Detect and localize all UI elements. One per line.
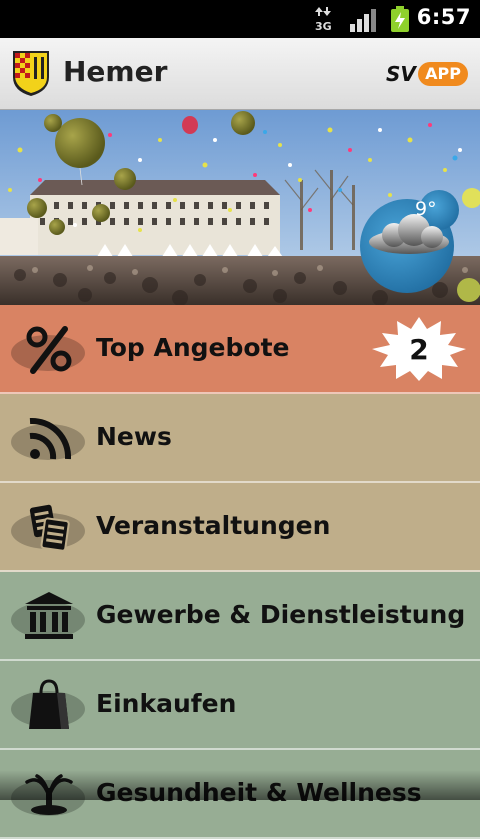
- percent-icon: [26, 326, 72, 374]
- menu-item-label: Veranstaltungen: [96, 511, 331, 540]
- menu-item-top-angebote[interactable]: Top Angebote 2: [0, 305, 480, 394]
- menu-item-news[interactable]: News: [0, 394, 480, 483]
- temperature: 9°: [415, 198, 437, 220]
- menu-item-label: Top Angebote: [96, 333, 290, 362]
- menu-icon-holder: [11, 766, 85, 822]
- menu-icon-holder: [11, 410, 85, 466]
- menu-item-label: Gesundheit & Wellness: [96, 778, 422, 807]
- menu-item-label: News: [96, 422, 172, 451]
- weather-widget[interactable]: 9°: [359, 190, 459, 294]
- app-bar: Hemer SV APP: [0, 38, 480, 110]
- rss-icon: [29, 417, 72, 460]
- menu-item-einkaufen[interactable]: Einkaufen: [0, 661, 480, 750]
- app-pill: APP: [418, 62, 468, 86]
- shopping-bag-icon: [29, 679, 69, 729]
- menu-icon-holder: [11, 677, 85, 733]
- sv-app-logo: SV APP: [386, 61, 468, 87]
- battery-charging-icon: [391, 6, 409, 32]
- menu-icon-holder: [11, 499, 85, 555]
- city-crest-icon: [13, 51, 49, 96]
- network-label: 3G: [315, 20, 332, 32]
- menu-icon-holder: [11, 321, 85, 377]
- offer-count: 2: [409, 333, 429, 366]
- menu-item-gewerbe-dienstleistung[interactable]: Gewerbe & Dienstleistung: [0, 572, 480, 661]
- app-title: Hemer: [63, 55, 168, 88]
- menu-item-gesundheit-wellness[interactable]: Gesundheit & Wellness: [0, 750, 480, 839]
- building-icon: [25, 592, 73, 639]
- menu-icon-holder: [11, 588, 85, 644]
- fountain-icon: [25, 774, 73, 815]
- data-arrows-icon: 3G: [315, 7, 332, 32]
- main-menu: Top Angebote 2 News Veranstaltungen Gewe…: [0, 305, 480, 839]
- offer-count-badge: 2: [370, 315, 468, 383]
- status-bar: 3G 6:57: [0, 0, 480, 38]
- menu-item-label: Einkaufen: [96, 689, 237, 718]
- clock: 6:57: [416, 5, 471, 29]
- sv-logo-text: SV: [386, 62, 416, 86]
- menu-item-label: Gewerbe & Dienstleistung: [96, 600, 466, 629]
- signal-icon: [350, 9, 376, 32]
- calendar-icon: [29, 504, 70, 552]
- menu-item-veranstaltungen[interactable]: Veranstaltungen: [0, 483, 480, 572]
